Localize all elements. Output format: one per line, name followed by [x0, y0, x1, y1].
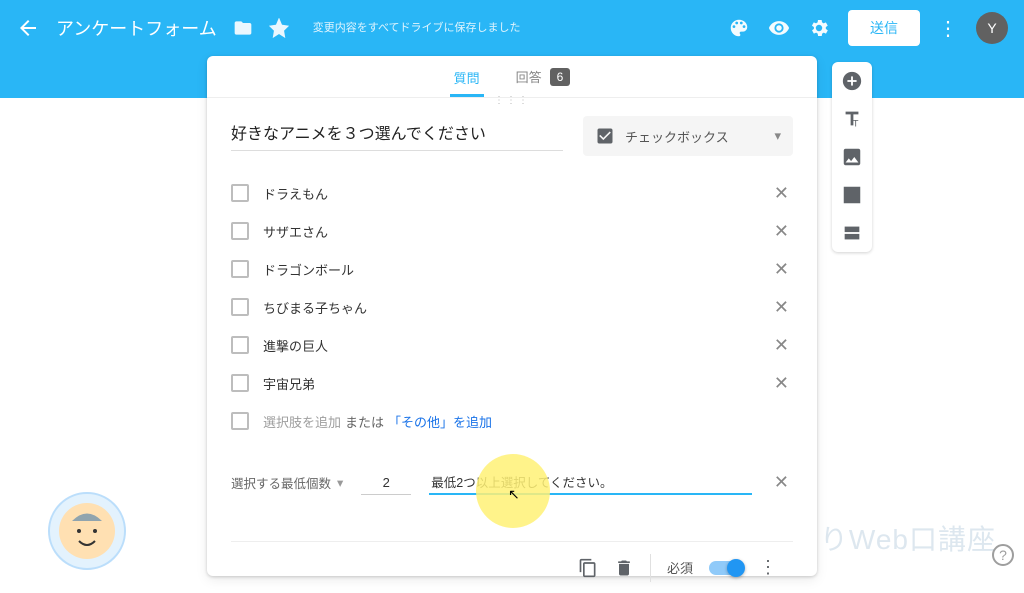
form-title[interactable]: アンケートフォーム: [56, 15, 217, 41]
add-video-icon[interactable]: [841, 184, 863, 206]
checkbox-icon: [231, 336, 249, 354]
header-right: 送信 ⋮ Y: [728, 10, 1008, 46]
question-more-icon[interactable]: ⋮: [759, 557, 777, 578]
option-label-input[interactable]: 宇宙兄弟: [263, 374, 770, 393]
save-status: 変更内容をすべてドライブに保存しました: [313, 21, 521, 35]
option-label-input[interactable]: 進撃の巨人: [263, 336, 770, 355]
or-text: または: [345, 412, 384, 431]
checkbox-type-icon: [595, 126, 615, 146]
caret-down-icon: ▾: [774, 128, 781, 144]
add-question-icon[interactable]: [841, 70, 863, 92]
option-label-input[interactable]: サザエさん: [263, 222, 770, 241]
option-label-input[interactable]: ドラゴンボール: [263, 260, 770, 279]
presenter-avatar: [48, 492, 126, 570]
response-count-badge: 6: [550, 68, 571, 86]
option-remove-icon[interactable]: ✕: [770, 179, 793, 208]
option-label-input[interactable]: ちびまる子ちゃん: [263, 298, 770, 317]
option-remove-icon[interactable]: ✕: [770, 255, 793, 284]
add-option-text[interactable]: 選択肢を追加: [263, 412, 341, 431]
validation-number-input[interactable]: [361, 471, 411, 495]
options-list: ドラえもん✕サザエさん✕ドラゴンボール✕ちびまる子ちゃん✕進撃の巨人✕宇宙兄弟✕: [231, 174, 793, 402]
account-avatar[interactable]: Y: [976, 12, 1008, 44]
checkbox-icon: [231, 412, 249, 430]
question-header-row: 好きなアニメを３つ選んでください チェックボックス ▾: [231, 116, 793, 156]
add-title-icon[interactable]: T: [841, 108, 863, 130]
tab-responses[interactable]: 回答 6: [512, 57, 575, 96]
header-left: アンケートフォーム 変更内容をすべてドライブに保存しました: [16, 15, 521, 41]
question-footer: 必須 ⋮: [231, 541, 793, 593]
send-button[interactable]: 送信: [848, 10, 920, 46]
star-icon[interactable]: [269, 18, 289, 38]
validation-type-label: 選択する最低個数: [231, 473, 331, 492]
cursor-icon: ↖: [508, 486, 520, 503]
tab-responses-label: 回答: [516, 67, 542, 86]
option-row: サザエさん✕: [231, 212, 793, 250]
header-more-icon[interactable]: ⋮: [938, 16, 958, 41]
toggle-knob: [727, 559, 745, 577]
validation-remove-icon[interactable]: ✕: [770, 468, 793, 497]
app-header: アンケートフォーム 変更内容をすべてドライブに保存しました 送信 ⋮ Y: [0, 0, 1024, 56]
option-row: ちびまる子ちゃん✕: [231, 288, 793, 326]
add-image-icon[interactable]: [841, 146, 863, 168]
drag-handle-icon[interactable]: ⋮⋮⋮: [207, 98, 817, 108]
option-remove-icon[interactable]: ✕: [770, 217, 793, 246]
folder-icon[interactable]: [233, 18, 253, 38]
add-section-icon[interactable]: [841, 222, 863, 244]
option-row: 進撃の巨人✕: [231, 326, 793, 364]
checkbox-icon: [231, 222, 249, 240]
option-label-input[interactable]: ドラえもん: [263, 184, 770, 203]
checkbox-icon: [231, 184, 249, 202]
preview-icon[interactable]: [768, 17, 790, 39]
option-row: 宇宙兄弟✕: [231, 364, 793, 402]
option-remove-icon[interactable]: ✕: [770, 369, 793, 398]
required-label: 必須: [667, 558, 693, 577]
required-toggle[interactable]: [709, 561, 743, 575]
tab-questions[interactable]: 質問: [450, 58, 484, 97]
card-tabs: 質問 回答 6: [207, 56, 817, 98]
question-title-input[interactable]: 好きなアニメを３つ選んでください: [231, 116, 563, 151]
validation-type-select[interactable]: 選択する最低個数 ▾: [231, 473, 343, 492]
checkbox-icon: [231, 298, 249, 316]
svg-text:T: T: [853, 118, 859, 128]
back-arrow-icon[interactable]: [16, 16, 40, 40]
delete-icon[interactable]: [614, 558, 634, 578]
option-remove-icon[interactable]: ✕: [770, 293, 793, 322]
checkbox-icon: [231, 260, 249, 278]
question-type-select[interactable]: チェックボックス ▾: [583, 116, 793, 156]
option-row: ドラゴンボール✕: [231, 250, 793, 288]
palette-icon[interactable]: [728, 17, 750, 39]
question-type-label: チェックボックス: [625, 127, 729, 146]
duplicate-icon[interactable]: [578, 558, 598, 578]
caret-down-icon: ▾: [337, 475, 343, 490]
option-remove-icon[interactable]: ✕: [770, 331, 793, 360]
checkbox-icon: [231, 374, 249, 392]
settings-icon[interactable]: [808, 17, 830, 39]
option-row: ドラえもん✕: [231, 174, 793, 212]
help-icon[interactable]: ?: [992, 544, 1014, 566]
add-other-link[interactable]: 「その他」を追加: [388, 412, 492, 431]
side-toolbar: T: [832, 62, 872, 252]
add-option-row: 選択肢を追加 または 「その他」を追加: [231, 402, 793, 440]
footer-separator: [650, 554, 651, 582]
